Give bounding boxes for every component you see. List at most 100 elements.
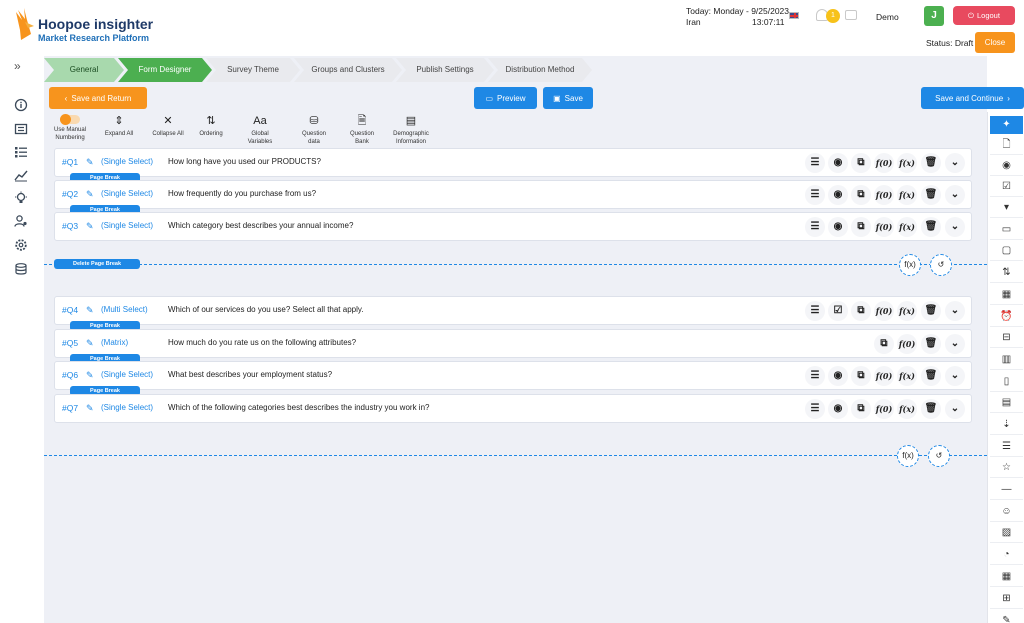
save-button[interactable]: ▣ Save (543, 87, 593, 109)
question-row[interactable]: #Q3 ✎ (Single Select) Which category bes… (54, 212, 972, 241)
question-data-button[interactable]: ⛁ Question data (296, 115, 332, 146)
step-general[interactable]: General (44, 58, 124, 82)
trash-icon[interactable]: 🗑 (921, 153, 941, 173)
questions-icon[interactable] (14, 145, 28, 159)
function-x-icon[interactable]: f(x) (897, 153, 917, 173)
document-icon[interactable]: 🗋 (990, 135, 1023, 155)
copy-icon[interactable]: ⧉ (851, 366, 871, 386)
save-and-return-button[interactable]: ‹ Save and Return (49, 87, 147, 109)
edit-icon[interactable]: ✎ (86, 403, 94, 414)
save-and-continue-button[interactable]: Save and Continue › (921, 87, 1024, 109)
list-icon[interactable]: ☰ (805, 399, 825, 419)
edit-icon[interactable]: ✎ (86, 305, 94, 316)
checkbox-icon[interactable]: ☑ (990, 177, 1023, 197)
dropdown-icon[interactable]: ▾ (990, 198, 1023, 218)
question-row[interactable]: #Q5 ✎ (Matrix) How much do you rate us o… (54, 329, 972, 358)
trash-icon[interactable]: 🗑 (921, 301, 941, 321)
question-bank-button[interactable]: 🗎 Question Bank (344, 115, 380, 146)
function-x-icon[interactable]: f(x) (897, 366, 917, 386)
step-publish-settings[interactable]: Publish Settings (396, 58, 494, 82)
list-icon[interactable]: ☰ (805, 301, 825, 321)
radio-icon[interactable]: ◉ (828, 153, 848, 173)
edit-icon[interactable]: ✎ (86, 370, 94, 381)
user-settings-icon[interactable] (14, 214, 28, 228)
function-x-icon[interactable]: f(x) (897, 301, 917, 321)
message-icon[interactable] (845, 10, 857, 20)
question-row[interactable]: #Q2 ✎ (Single Select) How frequently do … (54, 180, 972, 209)
sliders-icon[interactable]: ☰ (990, 437, 1023, 457)
copy-icon[interactable]: ⧉ (851, 399, 871, 419)
chevron-down-icon[interactable]: ⌄ (945, 301, 965, 321)
function-zero-icon[interactable]: f(0) (874, 366, 894, 386)
divider-icon[interactable]: — (990, 480, 1023, 500)
question-row[interactable]: #Q1 ✎ (Single Select) How long have you … (54, 148, 972, 177)
trash-icon[interactable]: 🗑 (921, 399, 941, 419)
radio-icon[interactable]: ◉ (990, 156, 1023, 176)
textarea-icon[interactable]: ▢ (990, 241, 1023, 261)
step-distribution-method[interactable]: Distribution Method (488, 58, 592, 82)
id-card-icon[interactable]: ▤ (990, 393, 1023, 413)
copy-icon[interactable]: ⧉ (851, 185, 871, 205)
star-icon[interactable]: ☆ (990, 458, 1023, 478)
copy-icon[interactable]: ⧉ (851, 301, 871, 321)
copy-icon[interactable]: ⧉ (851, 153, 871, 173)
manual-numbering-toggle[interactable]: Use Manual Numbering (52, 114, 88, 142)
function-zero-icon[interactable]: f(0) (897, 334, 917, 354)
matrix-icon[interactable]: ▥ (990, 350, 1023, 370)
notification-badge[interactable]: 1 (826, 9, 840, 23)
sort-icon[interactable]: ⇅ (990, 263, 1023, 283)
image-icon[interactable]: ▨ (990, 523, 1023, 543)
alarm-clock-icon[interactable]: ⏰ (990, 307, 1023, 327)
database-icon[interactable] (14, 262, 28, 276)
function-x-icon[interactable]: f(x) (897, 399, 917, 419)
ranking-icon[interactable]: ⇣ (990, 415, 1023, 435)
grid-table-icon[interactable]: ▦ (990, 567, 1023, 587)
question-row[interactable]: #Q6 ✎ (Single Select) What best describe… (54, 361, 972, 390)
copy-icon[interactable]: ⧉ (851, 217, 871, 237)
chevron-down-icon[interactable]: ⌄ (945, 217, 965, 237)
ordering-button[interactable]: ⇅ Ordering (196, 115, 226, 138)
settings-icon[interactable] (14, 238, 28, 252)
brand-logo[interactable]: Hoopoe insighter Market Research Platfor… (12, 6, 172, 46)
inbox-icon[interactable]: ⊟ (990, 328, 1023, 348)
trash-icon[interactable]: 🗑 (921, 217, 941, 237)
collapse-all-button[interactable]: ✕ Collapse All (150, 115, 186, 138)
smiley-icon[interactable]: ☺ (990, 502, 1023, 522)
calendar-icon[interactable]: ▦ (990, 285, 1023, 305)
uk-flag-icon[interactable] (789, 12, 799, 19)
textbox-icon[interactable]: ▭ (990, 220, 1023, 240)
function-zero-icon[interactable]: f(0) (874, 185, 894, 205)
global-variables-button[interactable]: Aa Global Variables (241, 115, 279, 146)
chevron-down-icon[interactable]: ⌄ (945, 334, 965, 354)
step-form-designer[interactable]: Form Designer (118, 58, 212, 82)
step-survey-theme[interactable]: Survey Theme (206, 58, 300, 82)
analytics-icon[interactable] (14, 168, 28, 182)
radio-icon[interactable]: ◉ (828, 185, 848, 205)
radio-icon[interactable]: ◉ (828, 217, 848, 237)
magic-wand-icon[interactable]: ✦ (990, 116, 1023, 134)
ideas-icon[interactable] (14, 191, 28, 205)
chevron-down-icon[interactable]: ⌄ (945, 153, 965, 173)
radio-icon[interactable]: ◉ (828, 399, 848, 419)
reset-icon[interactable]: ↺ (928, 445, 950, 467)
gauge-icon[interactable]: ◔ (990, 545, 1023, 565)
pen-icon[interactable]: ✎ (990, 611, 1023, 623)
expand-all-button[interactable]: ⇕ Expand All (102, 115, 136, 138)
survey-list-icon[interactable] (14, 122, 28, 136)
close-button[interactable]: Close (975, 32, 1015, 53)
trash-icon[interactable]: 🗑 (921, 366, 941, 386)
edit-icon[interactable]: ✎ (86, 157, 94, 168)
function-zero-icon[interactable]: f(0) (874, 217, 894, 237)
page-logic-icon[interactable]: f(x) (899, 254, 921, 276)
function-x-icon[interactable]: f(x) (897, 217, 917, 237)
chevron-down-icon[interactable]: ⌄ (945, 366, 965, 386)
reset-icon[interactable]: ↺ (930, 254, 952, 276)
edit-icon[interactable]: ✎ (86, 189, 94, 200)
table-icon[interactable]: ⊞ (990, 589, 1023, 609)
demographic-information-button[interactable]: ▤ Demographic Information (390, 115, 432, 146)
logout-button[interactable]: ⏻ Logout (953, 6, 1015, 25)
copy-icon[interactable]: ⧉ (874, 334, 894, 354)
edit-icon[interactable]: ✎ (86, 221, 94, 232)
info-icon[interactable] (14, 98, 28, 112)
preview-button[interactable]: ▭ Preview (474, 87, 537, 109)
